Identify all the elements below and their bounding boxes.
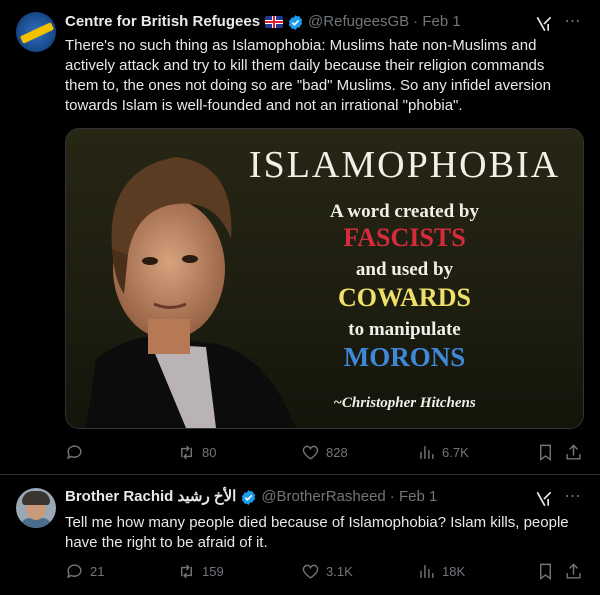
repost-count: 159 xyxy=(202,563,224,579)
like-count: 3.1K xyxy=(326,563,353,579)
author-handle[interactable]: @BrotherRasheed xyxy=(261,487,385,507)
tweet-refugeesgb[interactable]: Centre for British Refugees @RefugeesGB … xyxy=(0,0,600,474)
share-button[interactable] xyxy=(564,559,583,583)
views-button[interactable]: 6.7K xyxy=(417,440,469,464)
uk-flag-icon xyxy=(265,16,284,28)
share-icon xyxy=(566,443,581,460)
like-button[interactable]: 3.1K xyxy=(301,559,353,583)
grok-icon[interactable] xyxy=(534,14,554,34)
views-count: 18K xyxy=(442,563,466,579)
image-line: FASCISTS xyxy=(343,223,466,252)
like-icon xyxy=(302,445,319,460)
author-name[interactable]: Centre for British Refugees xyxy=(65,12,260,32)
tweet-header: Centre for British Refugees @RefugeesGB … xyxy=(65,12,461,32)
repost-icon xyxy=(181,564,192,578)
reply-button[interactable]: 21 xyxy=(65,559,104,583)
verified-badge-icon xyxy=(288,14,303,30)
more-icon[interactable]: ⋯ xyxy=(562,487,584,509)
tweet-header: Brother Rachid الأخ رشيد @BrotherRasheed… xyxy=(65,487,437,507)
image-line: COWARDS xyxy=(338,283,471,312)
bookmark-icon xyxy=(540,563,551,580)
views-icon xyxy=(420,564,434,578)
repost-button[interactable]: 159 xyxy=(177,559,224,583)
tweet-actions: 80 828 6.7K xyxy=(65,440,585,464)
avatar[interactable] xyxy=(16,488,56,528)
tweet-text: Tell me how many people died because of … xyxy=(65,514,569,551)
share-button[interactable] xyxy=(564,440,583,464)
reply-count: 21 xyxy=(90,563,105,579)
views-button[interactable]: 18K xyxy=(417,559,465,583)
like-button[interactable]: 828 xyxy=(301,440,348,464)
bookmark-button[interactable] xyxy=(536,559,555,583)
image-line: to manipulate xyxy=(348,319,461,340)
author-name[interactable]: Brother Rachid الأخ رشيد xyxy=(65,487,236,507)
tweet-actions: 21 159 3.1K 18K xyxy=(65,559,585,583)
bookmark-icon xyxy=(540,444,551,461)
tweet-text: There's no such thing as Islamophobia: M… xyxy=(65,37,551,114)
tweet-date[interactable]: · Feb 1 xyxy=(413,12,461,32)
repost-icon xyxy=(181,445,192,459)
image-signature: ~Christopher Hitchens xyxy=(333,395,476,411)
reply-button[interactable] xyxy=(65,440,90,464)
repost-count: 80 xyxy=(202,444,217,460)
share-icon xyxy=(566,562,581,579)
verified-badge-icon xyxy=(242,489,256,505)
tweet-brotherrasheed[interactable]: Brother Rachid الأخ رشيد @BrotherRasheed… xyxy=(0,475,600,595)
image-title: ISLAMOPHOBIA xyxy=(248,144,561,186)
tweet-image[interactable]: ISLAMOPHOBIA A word created by FASCISTS … xyxy=(65,128,584,429)
repost-button[interactable]: 80 xyxy=(177,440,216,464)
views-count: 6.7K xyxy=(442,444,469,460)
avatar[interactable] xyxy=(16,12,56,52)
tweet-date[interactable]: · Feb 1 xyxy=(390,487,438,507)
image-line: A word created by xyxy=(330,201,479,222)
reply-icon xyxy=(67,563,82,578)
image-line: MORONS xyxy=(343,342,466,372)
more-icon[interactable]: ⋯ xyxy=(562,12,584,34)
views-icon xyxy=(420,445,434,459)
bookmark-button[interactable] xyxy=(536,440,555,464)
image-line: and used by xyxy=(355,259,454,280)
like-icon xyxy=(302,564,319,579)
reply-icon xyxy=(67,444,82,459)
grok-icon[interactable] xyxy=(534,489,554,509)
author-handle[interactable]: @RefugeesGB xyxy=(308,12,409,32)
like-count: 828 xyxy=(326,444,348,460)
